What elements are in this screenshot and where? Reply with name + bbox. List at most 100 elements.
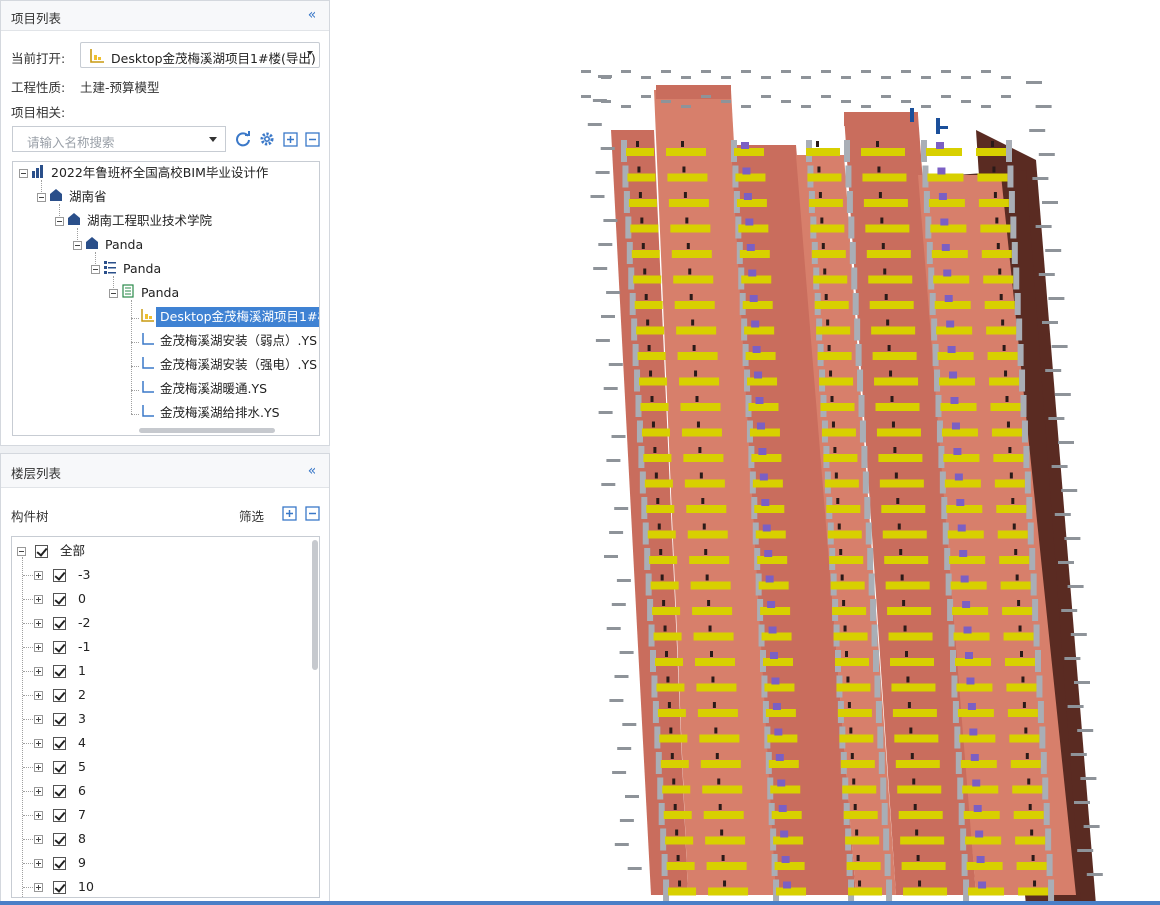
checkbox-floor[interactable] bbox=[53, 785, 66, 798]
tree-item-school[interactable]: 湖南工程职业技术学院 bbox=[87, 211, 212, 231]
tree-toggle-all[interactable] bbox=[17, 547, 26, 556]
checkbox-floor[interactable] bbox=[53, 689, 66, 702]
search-input[interactable]: 请输入名称搜索 bbox=[12, 126, 226, 152]
collapse-icon[interactable]: « bbox=[304, 6, 320, 24]
checkbox-floor[interactable] bbox=[53, 617, 66, 630]
tree-toggle-group[interactable] bbox=[91, 265, 100, 274]
floor-item-label[interactable]: -3 bbox=[78, 565, 90, 585]
window bbox=[978, 881, 987, 889]
checkbox-floor[interactable] bbox=[53, 593, 66, 606]
tree-toggle-floor[interactable] bbox=[34, 643, 43, 652]
floor-item-label[interactable]: 0 bbox=[78, 589, 86, 609]
floor-item-label[interactable]: 5 bbox=[78, 757, 86, 777]
tree-toggle-floor[interactable] bbox=[34, 787, 43, 796]
window-slit bbox=[660, 574, 664, 581]
floor-item-label[interactable]: 1 bbox=[78, 661, 86, 681]
collapse-all-icon[interactable] bbox=[305, 132, 321, 148]
expand-all-icon[interactable] bbox=[282, 506, 298, 522]
pipe-segment bbox=[981, 70, 991, 73]
tree-toggle-school[interactable] bbox=[55, 217, 64, 226]
tree-toggle-floor[interactable] bbox=[34, 595, 43, 604]
checkbox-floor[interactable] bbox=[53, 881, 66, 894]
checkbox-floor[interactable] bbox=[53, 641, 66, 654]
balcony bbox=[955, 658, 991, 666]
horizontal-scrollbar[interactable] bbox=[139, 428, 275, 433]
balcony bbox=[764, 683, 795, 692]
checkbox-floor[interactable] bbox=[53, 809, 66, 822]
tree-toggle-floor[interactable] bbox=[34, 691, 43, 700]
window-slit bbox=[646, 319, 650, 326]
balcony bbox=[1010, 760, 1041, 768]
floor-item-label[interactable]: 2 bbox=[78, 685, 86, 705]
tree-item-file-3[interactable]: 金茂梅溪湖安装（强电）.YS bbox=[160, 355, 317, 375]
install-file-icon bbox=[142, 333, 154, 345]
tree-toggle-floor[interactable] bbox=[34, 763, 43, 772]
floor-item-label[interactable]: -1 bbox=[78, 637, 90, 657]
tree-toggle-floor[interactable] bbox=[34, 667, 43, 676]
balcony bbox=[845, 836, 880, 845]
collapse-all-icon[interactable] bbox=[305, 506, 321, 522]
floor-item-label[interactable]: 9 bbox=[78, 853, 86, 873]
window-slit bbox=[675, 829, 679, 836]
tree-toggle-root[interactable] bbox=[19, 169, 28, 178]
tree-item-all[interactable]: 全部 bbox=[60, 541, 85, 561]
refresh-icon[interactable] bbox=[235, 131, 251, 147]
floor-item-label[interactable]: -2 bbox=[78, 613, 90, 633]
tree-item-root[interactable]: 2022年鲁班杯全国高校BIM毕业设计作 bbox=[51, 163, 268, 183]
floor-item-label[interactable]: 6 bbox=[78, 781, 86, 801]
pipe-segment bbox=[641, 95, 651, 98]
checkbox-floor[interactable] bbox=[53, 737, 66, 750]
tree-item-file-2[interactable]: 金茂梅溪湖安装（弱点）.YS bbox=[160, 331, 317, 351]
floor-item-label[interactable]: 7 bbox=[78, 805, 86, 825]
window-slit bbox=[723, 880, 727, 887]
expand-all-icon[interactable] bbox=[283, 132, 299, 148]
tree-toggle-floor[interactable] bbox=[34, 619, 43, 628]
checkbox-floor[interactable] bbox=[53, 569, 66, 582]
tree-toggle-floor[interactable] bbox=[34, 739, 43, 748]
checkbox-all[interactable] bbox=[35, 545, 48, 558]
floor-item-label[interactable]: 10 bbox=[78, 877, 94, 897]
marker bbox=[936, 118, 940, 134]
tree-toggle-province[interactable] bbox=[37, 193, 46, 202]
tree-item-team[interactable]: Panda bbox=[105, 235, 143, 255]
column-frame bbox=[862, 471, 869, 494]
floor-item-label[interactable]: 4 bbox=[78, 733, 86, 753]
tree-toggle-floor[interactable] bbox=[34, 715, 43, 724]
tree-toggle-floor[interactable] bbox=[34, 571, 43, 580]
current-project-select[interactable]: Desktop金茂梅溪湖项目1#楼(导出) bbox=[80, 42, 320, 68]
model-viewport[interactable] bbox=[336, 0, 1160, 902]
balcony bbox=[879, 479, 924, 488]
tree-item-file-4[interactable]: 金茂梅溪湖暖通.YS bbox=[160, 379, 267, 399]
pipe-segment bbox=[619, 819, 634, 822]
vertical-scrollbar[interactable] bbox=[312, 540, 318, 670]
tree-item-project[interactable]: Panda bbox=[141, 283, 179, 303]
tree-item-file-1[interactable]: Desktop金茂梅溪湖项目1#楼 bbox=[156, 307, 319, 327]
column-frame bbox=[883, 828, 890, 851]
checkbox-floor[interactable] bbox=[53, 857, 66, 870]
checkbox-floor[interactable] bbox=[53, 833, 66, 846]
tree-item-file-5[interactable]: 金茂梅溪湖给排水.YS bbox=[160, 403, 280, 423]
window-slit bbox=[896, 498, 900, 504]
tree-toggle-floor[interactable] bbox=[34, 883, 43, 892]
tree-toggle-floor[interactable] bbox=[34, 811, 43, 820]
tree-toggle-project[interactable] bbox=[109, 289, 118, 298]
pipe-segment bbox=[621, 70, 631, 73]
balcony bbox=[676, 326, 717, 335]
floor-item-label[interactable]: 8 bbox=[78, 829, 86, 849]
tree-item-group[interactable]: Panda bbox=[123, 259, 161, 279]
tree-toggle-floor[interactable] bbox=[34, 859, 43, 868]
tree-item-province[interactable]: 湖南省 bbox=[69, 187, 107, 207]
collapse-icon[interactable]: « bbox=[304, 462, 320, 480]
project-list-panel: 项目列表 « 当前打开: Desktop金茂梅溪湖项目1#楼(导出) 工程性质:… bbox=[0, 0, 330, 446]
checkbox-floor[interactable] bbox=[53, 761, 66, 774]
window-slit bbox=[881, 243, 885, 249]
checkbox-floor[interactable] bbox=[53, 713, 66, 726]
tree-toggle-team[interactable] bbox=[73, 241, 82, 250]
tree-toggle-floor[interactable] bbox=[34, 835, 43, 844]
floor-item-label[interactable]: 3 bbox=[78, 709, 86, 729]
balcony bbox=[742, 301, 773, 309]
checkbox-floor[interactable] bbox=[53, 665, 66, 678]
filter-button[interactable]: 筛选 bbox=[239, 506, 264, 525]
search-dropdown-icon[interactable] bbox=[209, 137, 217, 142]
gear-icon[interactable] bbox=[259, 131, 275, 147]
